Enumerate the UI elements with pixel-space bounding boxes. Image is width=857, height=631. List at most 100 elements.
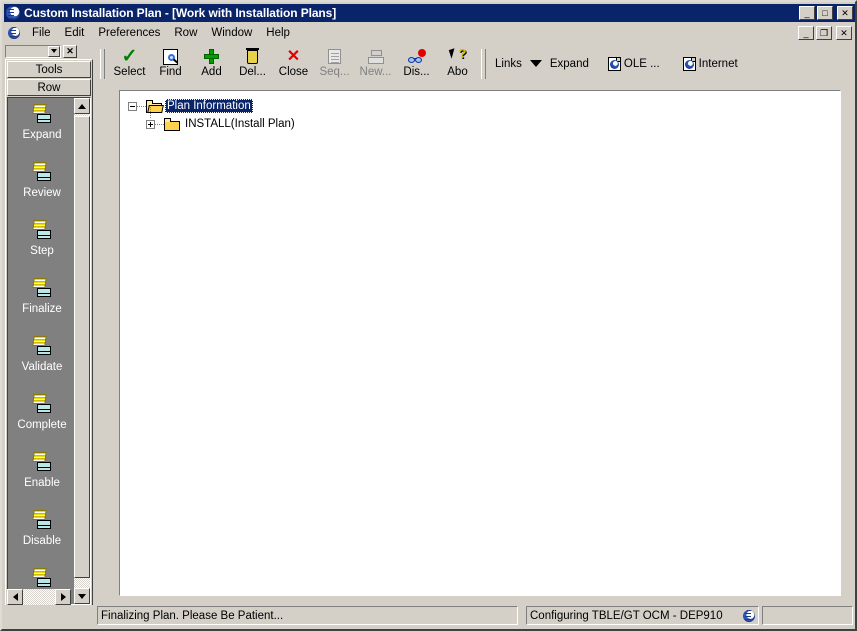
vertical-scroll-thumb[interactable] [74, 116, 90, 578]
scroll-right-button[interactable] [55, 588, 71, 605]
close-button[interactable]: ✕ [837, 6, 853, 20]
left-panel-list-inner: Expand Review Step Finalize Validate Com… [8, 98, 76, 604]
ole-document-icon [607, 56, 621, 71]
sidebar-label-disable: Disable [22, 535, 62, 547]
status-connection-text: Configuring TBLE/GT OCM - DEP910 [530, 609, 723, 622]
document-tray-icon [31, 220, 53, 241]
sidebar-item-enable[interactable]: Enable [8, 448, 76, 506]
toolbar-label-about: Abo [447, 66, 468, 78]
menu-item-edit[interactable]: Edit [58, 25, 92, 41]
toolbar: ✓ Select Find Add Del... ✕ Close Seq... [97, 44, 855, 83]
mdi-window-controls: _ ❐ ✕ [798, 26, 855, 40]
toolbar-grip[interactable] [100, 48, 105, 79]
toolbar-button-close[interactable]: ✕ Close [273, 45, 314, 82]
tree-row-root[interactable]: Plan Information [128, 98, 840, 114]
display-glasses-icon [406, 47, 428, 66]
internet-document-icon [682, 56, 696, 71]
title-bar: Custom Installation Plan - [Work with In… [4, 4, 855, 22]
tree-vertical-connector [150, 107, 151, 119]
toolbar-button-display[interactable]: Dis... [396, 45, 437, 82]
tree-label-root[interactable]: Plan Information [165, 99, 253, 113]
document-tray-icon [31, 336, 53, 357]
sidebar-item-finalize[interactable]: Finalize [8, 274, 76, 332]
ole-link[interactable]: OLE ... [624, 58, 665, 70]
internet-link[interactable]: Internet [699, 58, 743, 70]
toolbar-button-sequence: Seq... [314, 45, 355, 82]
tree-expander-collapse-icon[interactable] [128, 101, 137, 111]
find-magnifier-icon [160, 47, 182, 66]
toolbar-button-find[interactable]: Find [150, 45, 191, 82]
left-tool-panel: ✕ Tools Row Expand Review Step Finalize … [5, 44, 93, 607]
globe-icon [6, 6, 20, 20]
toolbar-label-delete: Del... [239, 66, 266, 78]
mdi-close-button[interactable]: ✕ [836, 26, 852, 40]
left-panel-horizontal-scrollbar[interactable] [7, 588, 91, 605]
sidebar-label-complete: Complete [17, 419, 67, 431]
left-panel-close-button[interactable]: ✕ [63, 44, 77, 58]
sidebar-item-expand[interactable]: Expand [8, 100, 76, 158]
menu-bar: File Edit Preferences Row Window Help _ … [4, 23, 855, 43]
left-panel-tab-tools[interactable]: Tools [7, 61, 91, 78]
toolbar-label-display: Dis... [403, 66, 430, 78]
document-tray-icon [31, 278, 53, 299]
toolbar-label-select: Select [113, 66, 146, 78]
toolbar-button-add[interactable]: Add [191, 45, 232, 82]
tree-connector [155, 123, 164, 125]
plan-tree-panel[interactable]: Plan Information INSTALL(Install Plan) [119, 90, 841, 596]
sidebar-item-review[interactable]: Review [8, 158, 76, 216]
toolbar-label-new: New... [359, 66, 392, 78]
menu-item-window[interactable]: Window [204, 25, 259, 41]
links-toolbar-grip[interactable] [481, 48, 486, 79]
left-panel-tab-row[interactable]: Row [7, 79, 91, 96]
menu-item-preferences[interactable]: Preferences [91, 25, 167, 41]
check-icon: ✓ [121, 46, 138, 67]
tree-connector [137, 105, 146, 107]
toolbar-button-about[interactable]: ? Abo [437, 45, 478, 82]
status-connection-panel: Configuring TBLE/GT OCM - DEP910 [526, 606, 759, 625]
application-window: Custom Installation Plan - [Work with In… [0, 0, 857, 631]
expand-link[interactable]: Expand [545, 58, 594, 70]
toolbar-label-find: Find [159, 66, 182, 78]
scroll-left-button[interactable] [7, 588, 23, 605]
toolbar-button-new: New... [355, 45, 396, 82]
tree-expander-expand-icon[interactable] [146, 119, 155, 129]
left-panel-vertical-scrollbar[interactable] [74, 98, 90, 604]
tree-row-install[interactable]: INSTALL(Install Plan) [146, 107, 840, 132]
menu-item-help[interactable]: Help [259, 25, 297, 41]
document-tray-icon [31, 394, 53, 415]
tree-label-install[interactable]: INSTALL(Install Plan) [183, 117, 297, 131]
menu-item-file[interactable]: File [25, 25, 58, 41]
sidebar-label-validate: Validate [21, 361, 63, 373]
mdi-system-menu-icon[interactable] [8, 27, 20, 39]
sidebar-label-step: Step [30, 245, 54, 257]
sidebar-item-disable[interactable]: Disable [8, 506, 76, 564]
mdi-minimize-button[interactable]: _ [798, 26, 814, 40]
chevron-down-icon[interactable] [529, 60, 542, 67]
toolbar-label-add: Add [201, 66, 222, 78]
document-tray-icon [31, 510, 53, 531]
left-panel-combo[interactable] [5, 44, 61, 58]
toolbar-button-delete[interactable]: Del... [232, 45, 273, 82]
sidebar-item-validate[interactable]: Validate [8, 332, 76, 390]
window-controls: _ □ ✕ [799, 6, 853, 20]
sidebar-item-complete[interactable]: Complete [8, 390, 76, 448]
open-folder-icon [146, 99, 164, 113]
maximize-button[interactable]: □ [817, 6, 833, 20]
closed-folder-icon [164, 117, 180, 131]
globe-icon [743, 609, 755, 622]
status-message-panel: Finalizing Plan. Please Be Patient... [97, 606, 518, 625]
left-panel-body: Tools Row Expand Review Step Finalize Va… [5, 59, 93, 607]
sidebar-item-step[interactable]: Step [8, 216, 76, 274]
toolbar-button-select[interactable]: ✓ Select [109, 45, 150, 82]
close-x-icon: ✕ [286, 47, 301, 65]
mdi-restore-button[interactable]: ❐ [816, 26, 832, 40]
scroll-up-button[interactable] [74, 98, 90, 114]
links-group: Links Expand OLE ... Internet [490, 45, 743, 82]
horizontal-scroll-track[interactable] [23, 588, 55, 605]
combo-dropdown-arrow-icon[interactable] [48, 45, 60, 57]
document-tray-icon [31, 452, 53, 473]
left-panel-list: Expand Review Step Finalize Validate Com… [7, 97, 91, 605]
menu-item-row[interactable]: Row [167, 25, 204, 41]
trash-icon [242, 47, 264, 66]
minimize-button[interactable]: _ [799, 6, 815, 20]
